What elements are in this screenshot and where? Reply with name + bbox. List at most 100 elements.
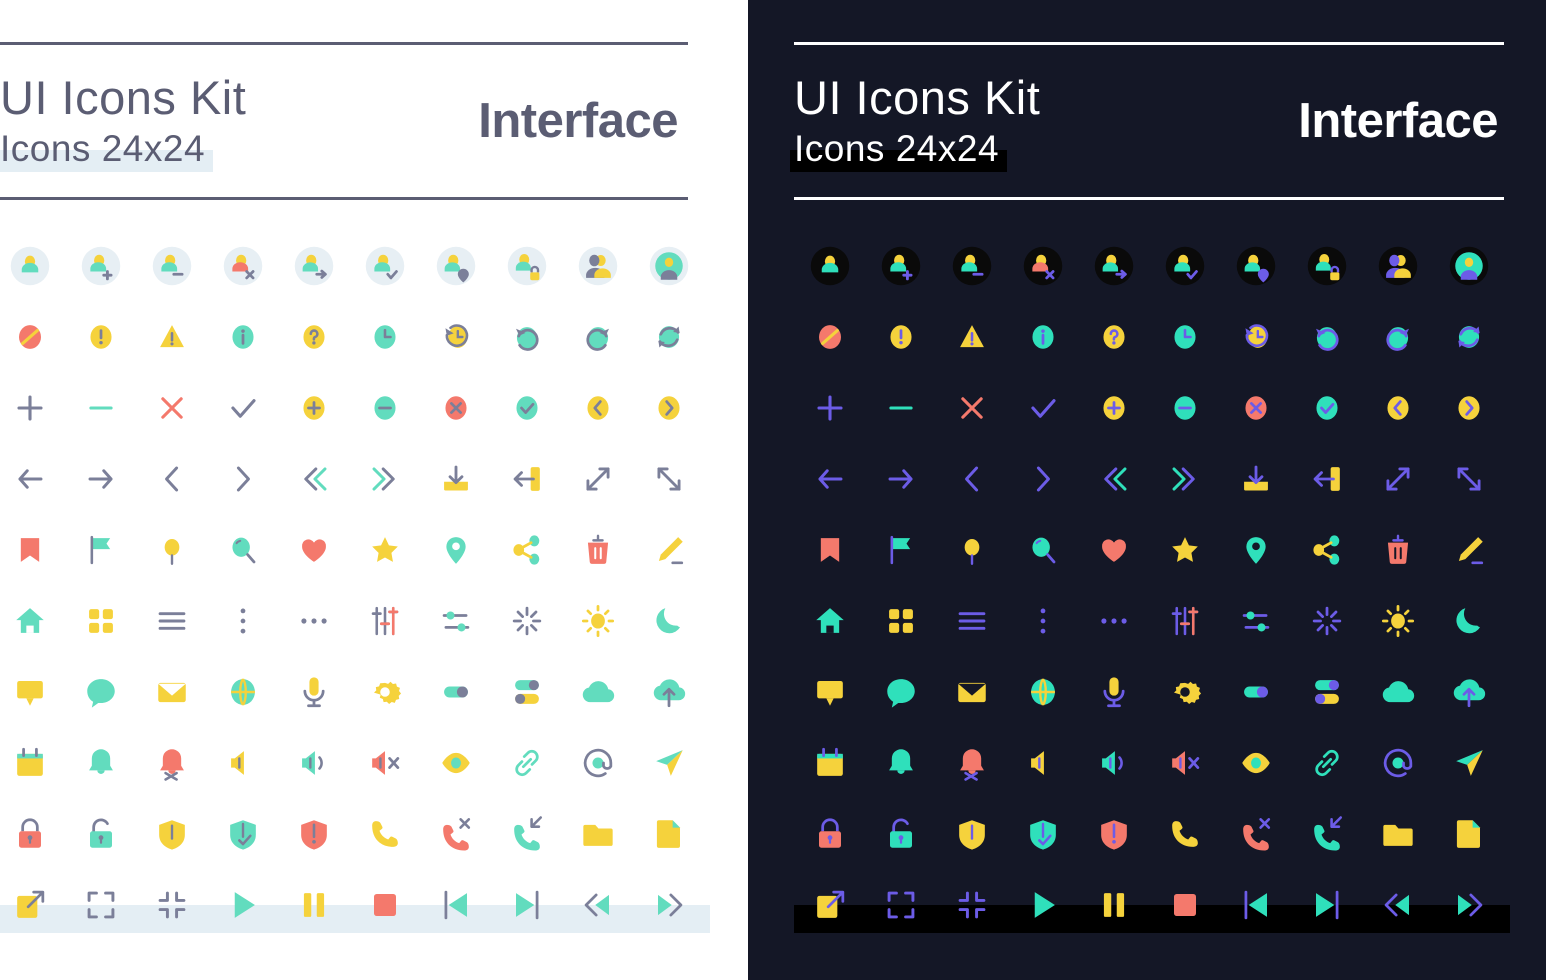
- expand-icon[interactable]: [562, 443, 633, 514]
- external-link-icon[interactable]: [0, 869, 65, 940]
- user-icon[interactable]: [794, 230, 865, 301]
- redo-icon[interactable]: [1362, 301, 1433, 372]
- fullscreen-icon[interactable]: [865, 869, 936, 940]
- send-icon[interactable]: [1433, 727, 1504, 798]
- minimize-icon[interactable]: [936, 869, 1007, 940]
- more-horizontal-icon[interactable]: [278, 585, 349, 656]
- cloud-upload-icon[interactable]: [633, 656, 704, 727]
- warning-triangle-icon[interactable]: [936, 301, 1007, 372]
- tooltip-icon[interactable]: [0, 656, 65, 727]
- sync-icon[interactable]: [1433, 301, 1504, 372]
- error-circle-icon[interactable]: [65, 301, 136, 372]
- minus-circle-icon[interactable]: [1149, 372, 1220, 443]
- sliders-vertical-icon[interactable]: [1149, 585, 1220, 656]
- at-sign-icon[interactable]: [562, 727, 633, 798]
- toggle-icon[interactable]: [420, 656, 491, 727]
- close-circle-icon[interactable]: [1220, 372, 1291, 443]
- sun-icon[interactable]: [1362, 585, 1433, 656]
- check-circle-icon[interactable]: [1291, 372, 1362, 443]
- cloud-icon[interactable]: [562, 656, 633, 727]
- chevron-right-icon[interactable]: [207, 443, 278, 514]
- flag-icon[interactable]: [865, 514, 936, 585]
- rewind-icon[interactable]: [562, 869, 633, 940]
- share-icon[interactable]: [1291, 514, 1362, 585]
- download-icon[interactable]: [420, 443, 491, 514]
- phone-incoming-icon[interactable]: [491, 798, 562, 869]
- chevron-left-icon[interactable]: [936, 443, 1007, 514]
- arrow-left-icon[interactable]: [0, 443, 65, 514]
- user-remove-icon[interactable]: [136, 230, 207, 301]
- share-icon[interactable]: [491, 514, 562, 585]
- lock-icon[interactable]: [0, 798, 65, 869]
- unlock-icon[interactable]: [865, 798, 936, 869]
- loading-icon[interactable]: [1291, 585, 1362, 656]
- calendar-icon[interactable]: [0, 727, 65, 798]
- rewind-icon[interactable]: [1362, 869, 1433, 940]
- chevron-left-icon[interactable]: [136, 443, 207, 514]
- user-delete-icon[interactable]: [1007, 230, 1078, 301]
- home-icon[interactable]: [0, 585, 65, 656]
- chat-icon[interactable]: [865, 656, 936, 727]
- gear-icon[interactable]: [1149, 656, 1220, 727]
- fast-forward-icon[interactable]: [633, 869, 704, 940]
- expand-icon[interactable]: [1362, 443, 1433, 514]
- block-icon[interactable]: [794, 301, 865, 372]
- user-group-icon[interactable]: [1362, 230, 1433, 301]
- check-circle-icon[interactable]: [491, 372, 562, 443]
- file-icon[interactable]: [1433, 798, 1504, 869]
- user-transfer-icon[interactable]: [1078, 230, 1149, 301]
- more-horizontal-icon[interactable]: [1078, 585, 1149, 656]
- bell-icon[interactable]: [865, 727, 936, 798]
- map-pin-icon[interactable]: [420, 514, 491, 585]
- volume-x-icon[interactable]: [1149, 727, 1220, 798]
- chevrons-right-icon[interactable]: [349, 443, 420, 514]
- minus-icon[interactable]: [65, 372, 136, 443]
- user-location-icon[interactable]: [420, 230, 491, 301]
- logout-icon[interactable]: [491, 443, 562, 514]
- plus-circle-icon[interactable]: [1078, 372, 1149, 443]
- user-icon[interactable]: [0, 230, 65, 301]
- sliders-horizontal-icon[interactable]: [1220, 585, 1291, 656]
- redo-icon[interactable]: [562, 301, 633, 372]
- resize-icon[interactable]: [633, 443, 704, 514]
- phone-missed-icon[interactable]: [1220, 798, 1291, 869]
- user-profile-icon[interactable]: [1433, 230, 1504, 301]
- home-icon[interactable]: [794, 585, 865, 656]
- at-sign-icon[interactable]: [1362, 727, 1433, 798]
- microphone-icon[interactable]: [1078, 656, 1149, 727]
- more-vertical-icon[interactable]: [207, 585, 278, 656]
- help-circle-icon[interactable]: [278, 301, 349, 372]
- info-circle-icon[interactable]: [1007, 301, 1078, 372]
- search-icon[interactable]: [207, 514, 278, 585]
- bookmark-icon[interactable]: [0, 514, 65, 585]
- pin-icon[interactable]: [936, 514, 1007, 585]
- pause-icon[interactable]: [278, 869, 349, 940]
- chevron-left-circle-icon[interactable]: [562, 372, 633, 443]
- check-icon[interactable]: [1007, 372, 1078, 443]
- skip-forward-icon[interactable]: [491, 869, 562, 940]
- fullscreen-icon[interactable]: [65, 869, 136, 940]
- eye-icon[interactable]: [420, 727, 491, 798]
- check-icon[interactable]: [207, 372, 278, 443]
- user-location-icon[interactable]: [1220, 230, 1291, 301]
- plus-icon[interactable]: [794, 372, 865, 443]
- microphone-icon[interactable]: [278, 656, 349, 727]
- plus-icon[interactable]: [0, 372, 65, 443]
- menu-icon[interactable]: [136, 585, 207, 656]
- sliders-vertical-icon[interactable]: [349, 585, 420, 656]
- star-icon[interactable]: [1149, 514, 1220, 585]
- phone-icon[interactable]: [1149, 798, 1220, 869]
- arrow-right-icon[interactable]: [865, 443, 936, 514]
- bell-icon[interactable]: [65, 727, 136, 798]
- bell-off-icon[interactable]: [136, 727, 207, 798]
- user-check-icon[interactable]: [1149, 230, 1220, 301]
- cloud-icon[interactable]: [1362, 656, 1433, 727]
- user-add-icon[interactable]: [865, 230, 936, 301]
- close-icon[interactable]: [136, 372, 207, 443]
- volume-mute-icon[interactable]: [207, 727, 278, 798]
- info-circle-icon[interactable]: [207, 301, 278, 372]
- stop-icon[interactable]: [349, 869, 420, 940]
- shield-icon[interactable]: [136, 798, 207, 869]
- eye-icon[interactable]: [1220, 727, 1291, 798]
- arrow-right-icon[interactable]: [65, 443, 136, 514]
